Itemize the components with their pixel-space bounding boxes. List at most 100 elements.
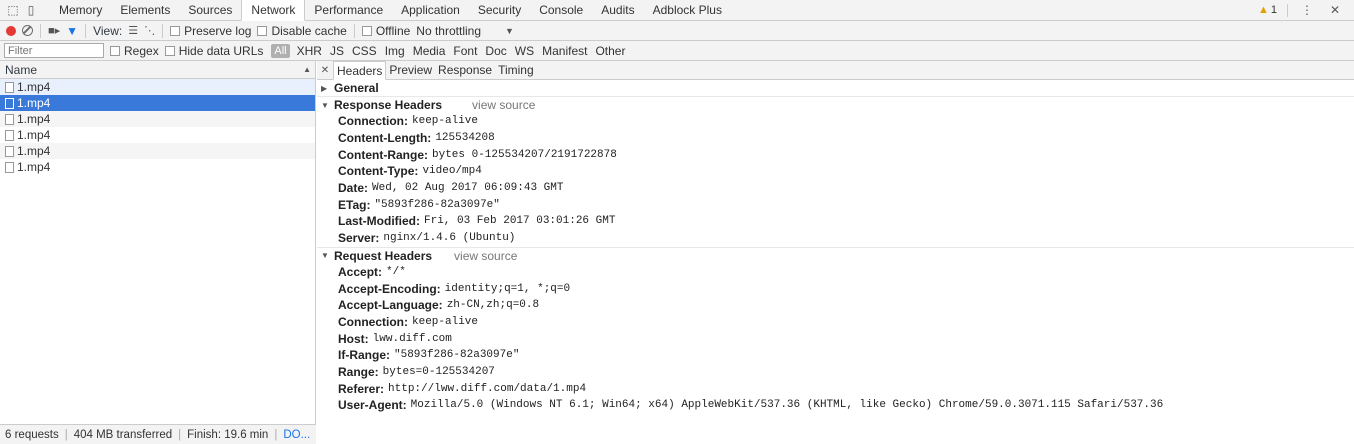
panel-tabs: Memory Elements Sources Network Performa… [50, 0, 731, 21]
tab-performance[interactable]: Performance [305, 0, 392, 20]
tab-console[interactable]: Console [530, 0, 592, 20]
header-key: Connection: [338, 114, 408, 129]
filter-all[interactable]: All [271, 43, 290, 58]
header-key: Last-Modified: [338, 214, 420, 229]
divider: | [274, 428, 278, 441]
tab-preview[interactable]: Preview [386, 61, 435, 79]
view-source-link[interactable]: view source [454, 249, 517, 263]
record-icon[interactable] [6, 25, 16, 36]
inspect-element-icon[interactable]: ⬚ [4, 0, 22, 20]
large-rows-icon[interactable]: ☰ [128, 24, 138, 37]
regex-checkbox[interactable]: Regex [110, 44, 159, 58]
tab-adblock-plus[interactable]: Adblock Plus [644, 0, 731, 20]
response-headers-title: Response Headers [334, 98, 443, 112]
request-headers-section: ▼ Request Headers view source Accept: */*… [317, 248, 1354, 414]
header-value: "5893f286-82a3097e" [374, 198, 500, 211]
filter-input[interactable] [4, 43, 104, 58]
header-value: nginx/1.4.6 (Ubuntu) [383, 232, 516, 245]
header-value: 125534208 [435, 132, 495, 145]
request-count: 6 requests [5, 428, 59, 441]
regex-label: Regex [124, 43, 159, 58]
view-source-link[interactable]: view source [472, 98, 535, 112]
capture-screenshots-icon[interactable]: ■▸ [48, 24, 60, 37]
tab-timing[interactable]: Timing [495, 61, 537, 79]
header-key: Content-Range: [338, 147, 428, 162]
filter-media[interactable]: Media [412, 44, 447, 58]
throttling-select[interactable]: No throttling ▼ [416, 24, 514, 38]
close-icon[interactable]: ✕ [319, 61, 331, 79]
checkbox-box [257, 25, 268, 36]
request-headers-header[interactable]: ▼ Request Headers view source [317, 248, 1354, 264]
header-value: bytes=0-125534207 [382, 365, 495, 378]
divider [85, 23, 87, 38]
request-row[interactable]: 1.mp4 [0, 111, 315, 127]
header-value: */* [386, 265, 406, 278]
name-column-header[interactable]: Name ▲ [0, 61, 315, 79]
header-key: User-Agent: [338, 398, 407, 413]
hide-data-urls-checkbox[interactable]: Hide data URLs [164, 43, 264, 58]
checkbox-box [170, 25, 181, 36]
header-line: If-Range: "5893f286-82a3097e" [317, 347, 1354, 364]
header-key: Date: [338, 181, 369, 196]
tab-application[interactable]: Application [392, 0, 469, 20]
disable-cache-checkbox[interactable]: Disable cache [257, 24, 347, 38]
filter-font[interactable]: Font [452, 44, 478, 58]
divider [353, 23, 355, 38]
divider [162, 23, 164, 38]
filter-css[interactable]: CSS [351, 44, 378, 58]
tab-memory[interactable]: Memory [50, 0, 111, 20]
header-value: keep-alive [412, 315, 479, 328]
request-headers-title: Request Headers [334, 248, 433, 263]
checkbox-box [110, 45, 120, 56]
filter-xhr[interactable]: XHR [296, 44, 323, 58]
checkbox-box [164, 45, 175, 56]
file-icon [5, 81, 14, 93]
header-key: ETag: [338, 197, 371, 212]
header-line: Content-Range: bytes 0-125534207/21917228… [317, 146, 1354, 163]
tab-response[interactable]: Response [435, 61, 495, 79]
divider: | [64, 428, 68, 441]
tab-headers[interactable]: Headers [333, 61, 387, 80]
filter-icon[interactable]: ▼ [66, 24, 78, 38]
request-name: 1.mp4 [17, 96, 51, 110]
tab-sources[interactable]: Sources [179, 0, 241, 20]
response-headers-header[interactable]: ▼ Response Headers view source [317, 97, 1354, 113]
general-header[interactable]: ▶ General [317, 80, 1354, 96]
header-value: Wed, 02 Aug 2017 06:09:43 GMT [372, 182, 564, 195]
close-icon[interactable]: ✕ [1326, 3, 1344, 17]
request-row[interactable]: 1.mp4 [0, 127, 315, 143]
header-line: Referer: http://lww.diff.com/data/1.mp4 [317, 380, 1354, 397]
request-row-selected[interactable]: 1.mp4 [0, 95, 315, 111]
offline-checkbox[interactable]: Offline [361, 24, 410, 38]
filter-other[interactable]: Other [594, 44, 626, 58]
general-section: ▶ General [317, 80, 1354, 97]
request-row[interactable]: 1.mp4 [0, 143, 315, 159]
filter-js[interactable]: JS [329, 44, 345, 58]
request-name: 1.mp4 [17, 160, 51, 174]
filter-img[interactable]: Img [384, 44, 406, 58]
header-value: video/mp4 [422, 165, 482, 178]
warning-indicator[interactable]: ▲ 1 [1258, 4, 1277, 16]
device-toolbar-icon[interactable]: ▯ [22, 0, 40, 20]
preserve-log-checkbox[interactable]: Preserve log [170, 24, 251, 38]
tab-network[interactable]: Network [241, 0, 306, 21]
tab-elements[interactable]: Elements [111, 0, 179, 20]
filter-doc[interactable]: Doc [484, 44, 507, 58]
overview-icon[interactable]: ⋱ [144, 24, 155, 37]
hide-data-urls-label: Hide data URLs [178, 43, 264, 58]
file-icon [5, 161, 14, 173]
more-menu-icon[interactable]: ⋮ [1298, 3, 1316, 17]
header-value: Mozilla/5.0 (Windows NT 6.1; Win64; x64)… [410, 399, 1164, 412]
request-row[interactable]: 1.mp4 [0, 159, 315, 175]
tab-audits[interactable]: Audits [592, 0, 643, 20]
header-line: Content-Length: 125534208 [317, 130, 1354, 147]
tab-security[interactable]: Security [469, 0, 530, 20]
devtools-tabbar: ⬚ ▯ Memory Elements Sources Network Perf… [0, 0, 1354, 21]
clear-icon[interactable] [22, 25, 33, 36]
filter-bar: Regex Hide data URLs All XHR JS CSS Img … [0, 41, 1354, 61]
filter-manifest[interactable]: Manifest [541, 44, 588, 58]
request-name: 1.mp4 [17, 128, 51, 142]
header-line: Accept: */* [317, 264, 1354, 281]
request-row[interactable]: 1.mp4 [0, 79, 315, 95]
filter-ws[interactable]: WS [514, 44, 535, 58]
